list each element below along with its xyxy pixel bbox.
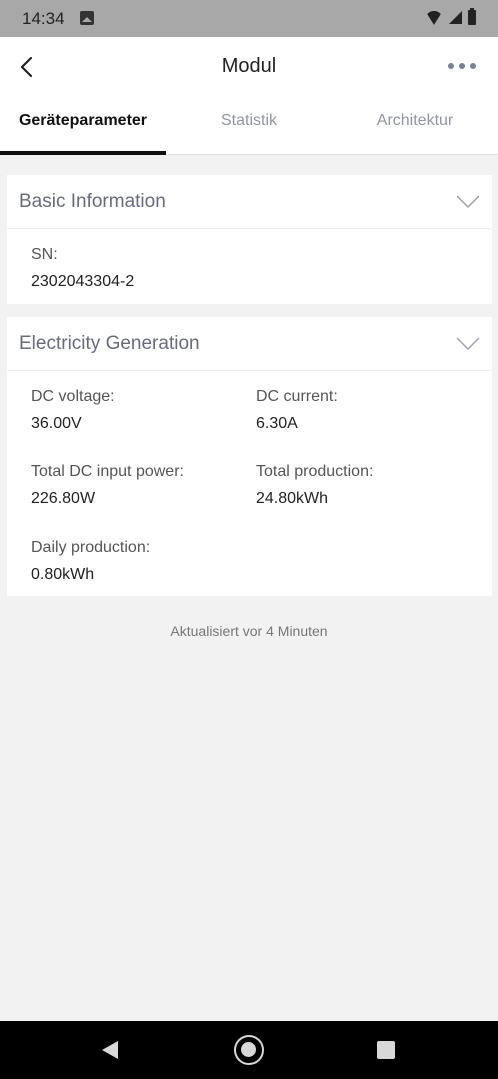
dc-voltage-field: DC voltage: 36.00V <box>31 388 115 433</box>
sn-value: 2302043304-2 <box>31 273 135 290</box>
system-navigation-bar <box>0 1021 498 1079</box>
nav-home-icon[interactable] <box>234 1035 264 1065</box>
daily-production-field: Daily production: 0.80kWh <box>31 539 150 584</box>
total-dc-input-power-label: Total DC input power: <box>31 463 184 480</box>
app-header: Modul Geräteparameter Statistik Architek… <box>0 37 498 155</box>
total-production-label: Total production: <box>256 463 374 480</box>
tab-statistik[interactable]: Statistik <box>166 107 332 154</box>
dc-current-field: DC current: 6.30A <box>256 388 338 433</box>
total-dc-input-power-value: 226.80W <box>31 490 96 507</box>
nav-back-icon[interactable] <box>102 1041 118 1059</box>
more-options-button[interactable] <box>448 63 476 69</box>
status-bar: 14:34 <box>0 0 498 37</box>
daily-production-label: Daily production: <box>31 539 151 556</box>
total-dc-input-power-field: Total DC input power: 226.80W <box>31 463 184 508</box>
chevron-down-icon <box>456 337 480 350</box>
status-time: 14:34 <box>22 9 65 28</box>
tab-architektur[interactable]: Architektur <box>332 107 498 154</box>
dc-current-label: DC current: <box>256 388 338 405</box>
signal-icon <box>449 11 462 24</box>
chevron-down-icon <box>456 195 480 208</box>
status-icons <box>425 8 476 25</box>
basic-information-header[interactable]: Basic Information <box>7 175 492 229</box>
more-dot-icon <box>448 63 454 69</box>
battery-icon <box>468 8 476 25</box>
last-updated-text: Aktualisiert vor 4 Minuten <box>170 623 328 639</box>
dc-voltage-label: DC voltage: <box>31 388 115 405</box>
tab-bar: Geräteparameter Statistik Architektur <box>0 107 498 155</box>
wifi-icon <box>425 11 443 25</box>
gallery-notification-icon <box>80 11 94 25</box>
nav-recents-icon[interactable] <box>377 1041 395 1059</box>
more-dot-icon <box>459 63 465 69</box>
electricity-generation-header[interactable]: Electricity Generation <box>7 317 492 371</box>
tab-geraeteparameter[interactable]: Geräteparameter <box>0 107 166 155</box>
dc-current-value: 6.30A <box>256 415 298 432</box>
sn-field: SN: 2302043304-2 <box>31 246 134 291</box>
more-dot-icon <box>470 63 476 69</box>
total-production-field: Total production: 24.80kWh <box>256 463 373 508</box>
sn-label: SN: <box>31 246 58 263</box>
basic-information-card: Basic Information SN: 2302043304-2 <box>7 175 492 304</box>
card-title: Electricity Generation <box>19 333 200 354</box>
daily-production-value: 0.80kWh <box>31 566 95 583</box>
card-title: Basic Information <box>19 191 166 212</box>
total-production-value: 24.80kWh <box>256 490 329 507</box>
electricity-generation-card: Electricity Generation DC voltage: 36.00… <box>7 317 492 596</box>
dc-voltage-value: 36.00V <box>31 415 82 432</box>
page-title: Modul <box>221 55 277 77</box>
